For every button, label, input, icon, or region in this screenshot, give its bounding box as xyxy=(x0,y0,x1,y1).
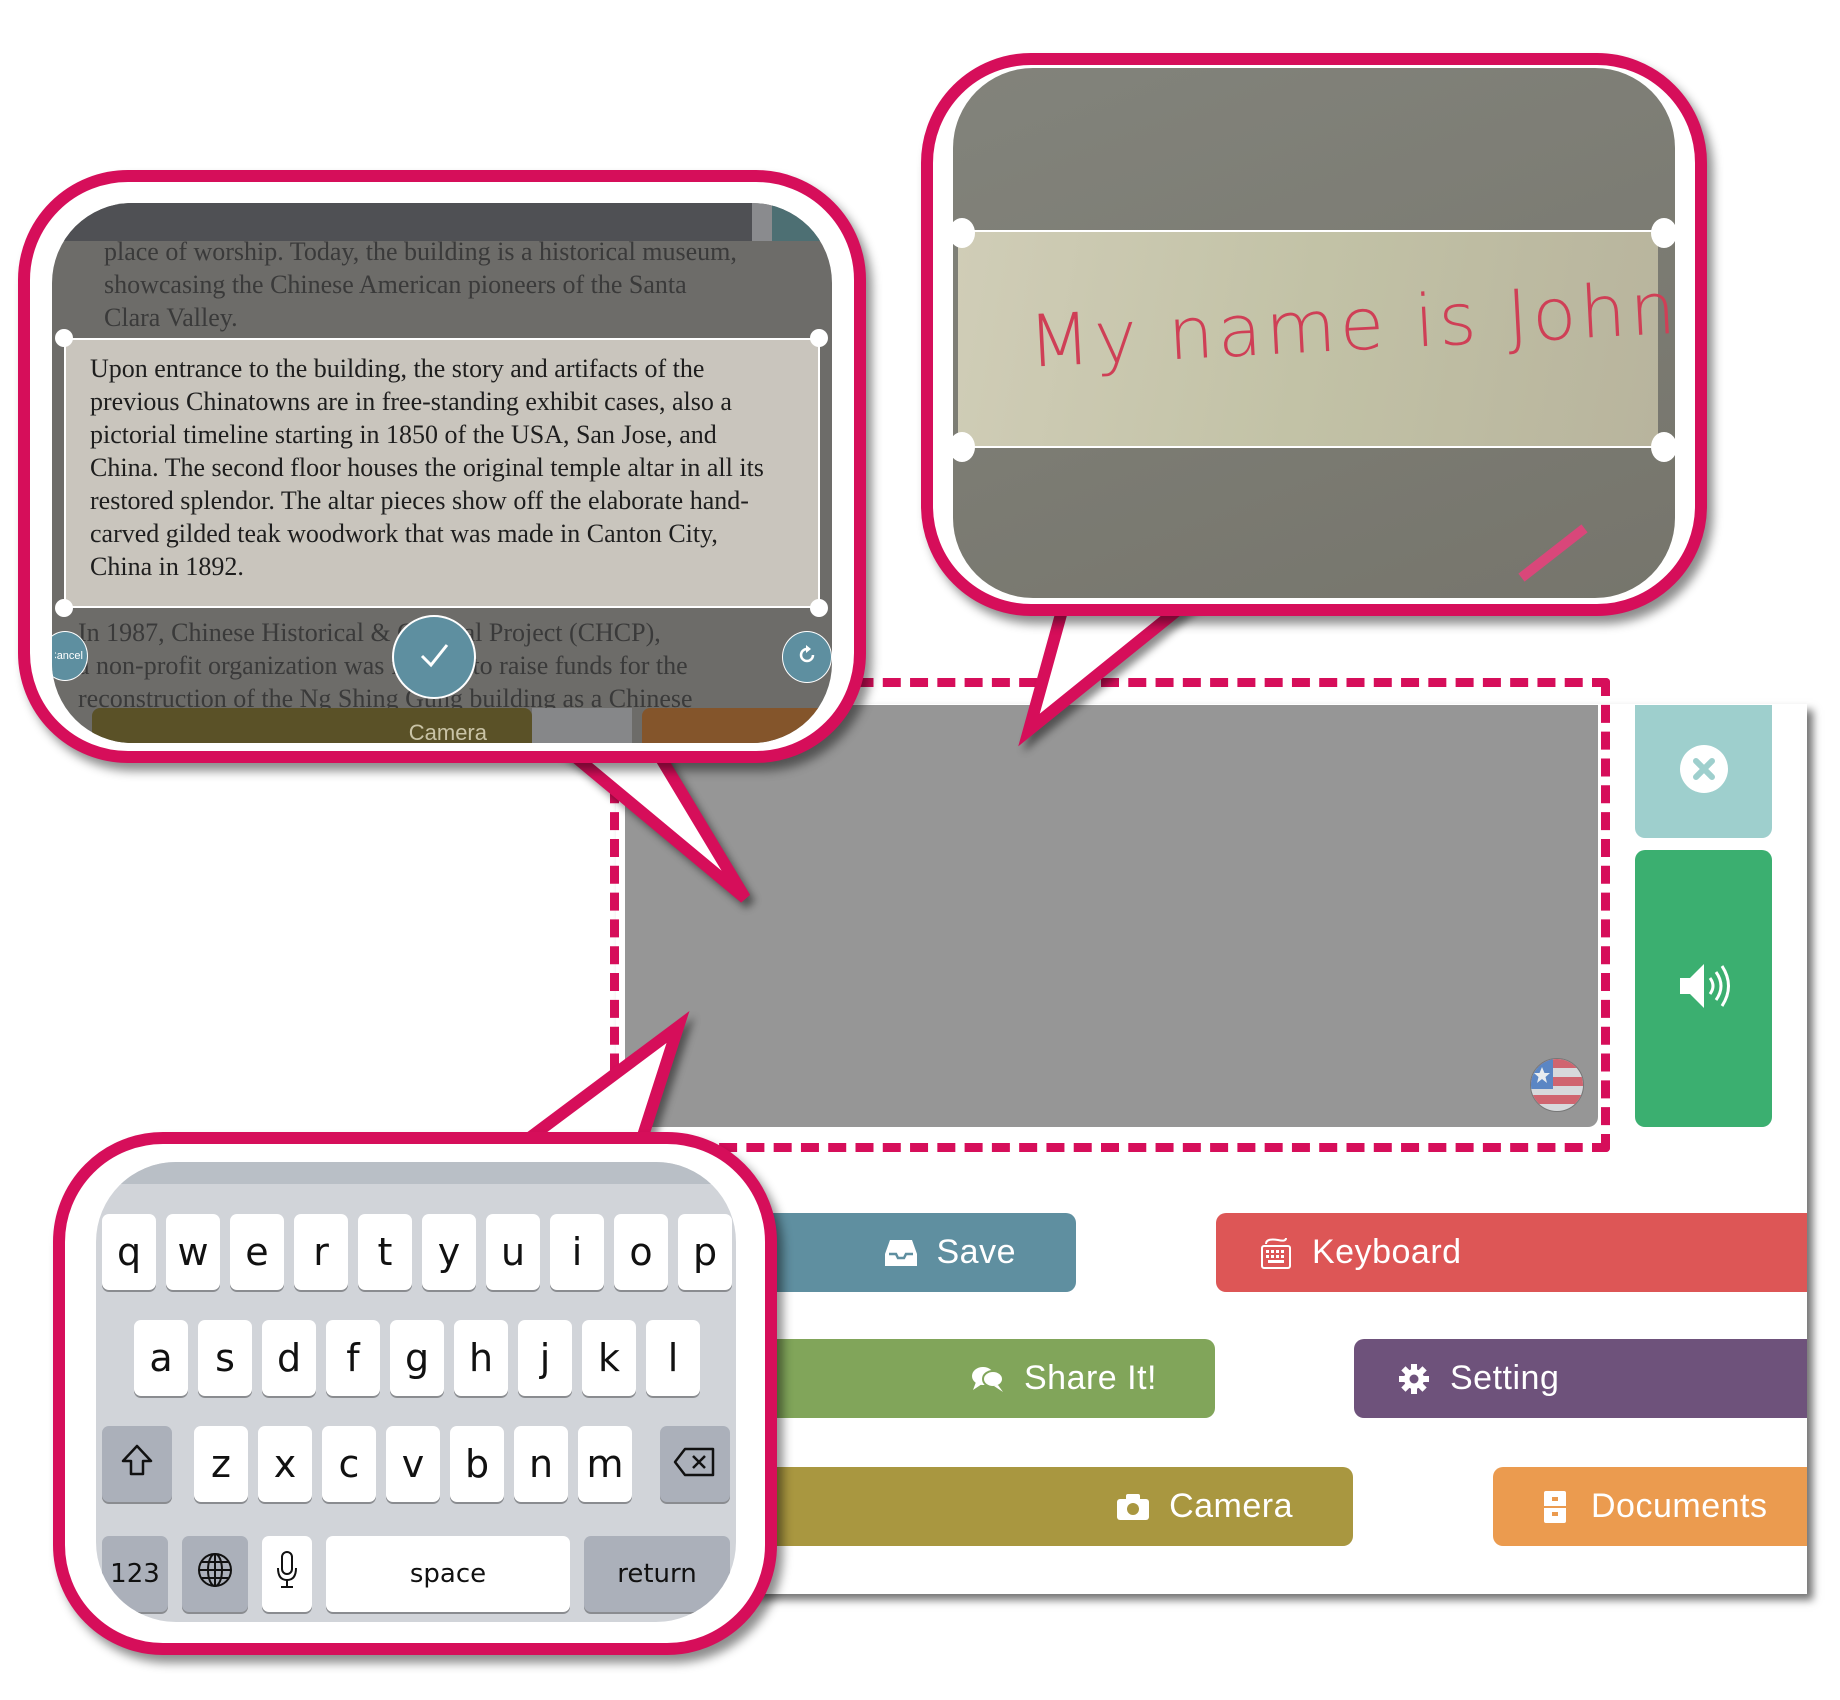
shift-key[interactable] xyxy=(102,1426,172,1502)
key-j[interactable]: j xyxy=(518,1320,572,1396)
key-label: d xyxy=(276,1336,302,1380)
space-label: space xyxy=(409,1559,487,1589)
shift-icon xyxy=(120,1442,154,1486)
key-label: v xyxy=(401,1442,425,1486)
key-m[interactable]: m xyxy=(578,1426,632,1502)
key-label: y xyxy=(437,1230,461,1274)
numbers-label: 123 xyxy=(110,1559,160,1589)
key-label: l xyxy=(667,1336,679,1380)
key-d[interactable]: d xyxy=(262,1320,316,1396)
key-label: b xyxy=(464,1442,490,1486)
key-k[interactable]: k xyxy=(582,1320,636,1396)
key-label: z xyxy=(211,1442,231,1486)
key-n[interactable]: n xyxy=(514,1426,568,1502)
globe-icon xyxy=(196,1551,234,1598)
key-label: c xyxy=(338,1442,360,1486)
key-x[interactable]: x xyxy=(258,1426,312,1502)
key-label: h xyxy=(468,1336,494,1380)
key-label: f xyxy=(346,1336,360,1380)
delete-key[interactable] xyxy=(660,1426,730,1502)
key-label: q xyxy=(116,1230,142,1274)
key-label: j xyxy=(539,1336,551,1380)
key-z[interactable]: z xyxy=(194,1426,248,1502)
key-i[interactable]: i xyxy=(550,1214,604,1290)
key-label: u xyxy=(500,1230,526,1274)
key-s[interactable]: s xyxy=(198,1320,252,1396)
space-key[interactable]: space xyxy=(326,1536,570,1612)
key-c[interactable]: c xyxy=(322,1426,376,1502)
key-h[interactable]: h xyxy=(454,1320,508,1396)
keyboard-suggestion-bar xyxy=(96,1162,736,1184)
key-g[interactable]: g xyxy=(390,1320,444,1396)
return-label: return xyxy=(617,1559,697,1589)
key-q[interactable]: q xyxy=(102,1214,156,1290)
key-label: e xyxy=(245,1230,269,1274)
globe-key[interactable] xyxy=(182,1536,248,1612)
microphone-icon xyxy=(275,1550,299,1599)
key-label: s xyxy=(215,1336,235,1380)
key-label: i xyxy=(571,1230,583,1274)
key-label: r xyxy=(313,1230,329,1274)
key-t[interactable]: t xyxy=(358,1214,412,1290)
key-label: o xyxy=(629,1230,653,1274)
microphone-key[interactable] xyxy=(262,1536,312,1612)
key-u[interactable]: u xyxy=(486,1214,540,1290)
key-label: a xyxy=(149,1336,173,1380)
key-label: g xyxy=(404,1336,430,1380)
key-o[interactable]: o xyxy=(614,1214,668,1290)
key-l[interactable]: l xyxy=(646,1320,700,1396)
key-label: t xyxy=(377,1230,393,1274)
backspace-icon xyxy=(673,1442,717,1486)
numbers-key[interactable]: 123 xyxy=(102,1536,168,1612)
key-y[interactable]: y xyxy=(422,1214,476,1290)
key-label: w xyxy=(177,1230,209,1274)
key-p[interactable]: p xyxy=(678,1214,732,1290)
key-e[interactable]: e xyxy=(230,1214,284,1290)
key-label: n xyxy=(528,1442,554,1486)
key-v[interactable]: v xyxy=(386,1426,440,1502)
key-f[interactable]: f xyxy=(326,1320,380,1396)
return-key[interactable]: return xyxy=(584,1536,730,1612)
onscreen-keyboard: 123 space return qwer tyu i op asdfgh j k l zxcv… xyxy=(96,1162,736,1622)
key-label: m xyxy=(586,1442,624,1486)
key-w[interactable]: w xyxy=(166,1214,220,1290)
key-label: x xyxy=(273,1442,297,1486)
key-label: p xyxy=(692,1230,718,1274)
key-b[interactable]: b xyxy=(450,1426,504,1502)
key-r[interactable]: r xyxy=(294,1214,348,1290)
key-label: k xyxy=(597,1336,620,1380)
key-a[interactable]: a xyxy=(134,1320,188,1396)
